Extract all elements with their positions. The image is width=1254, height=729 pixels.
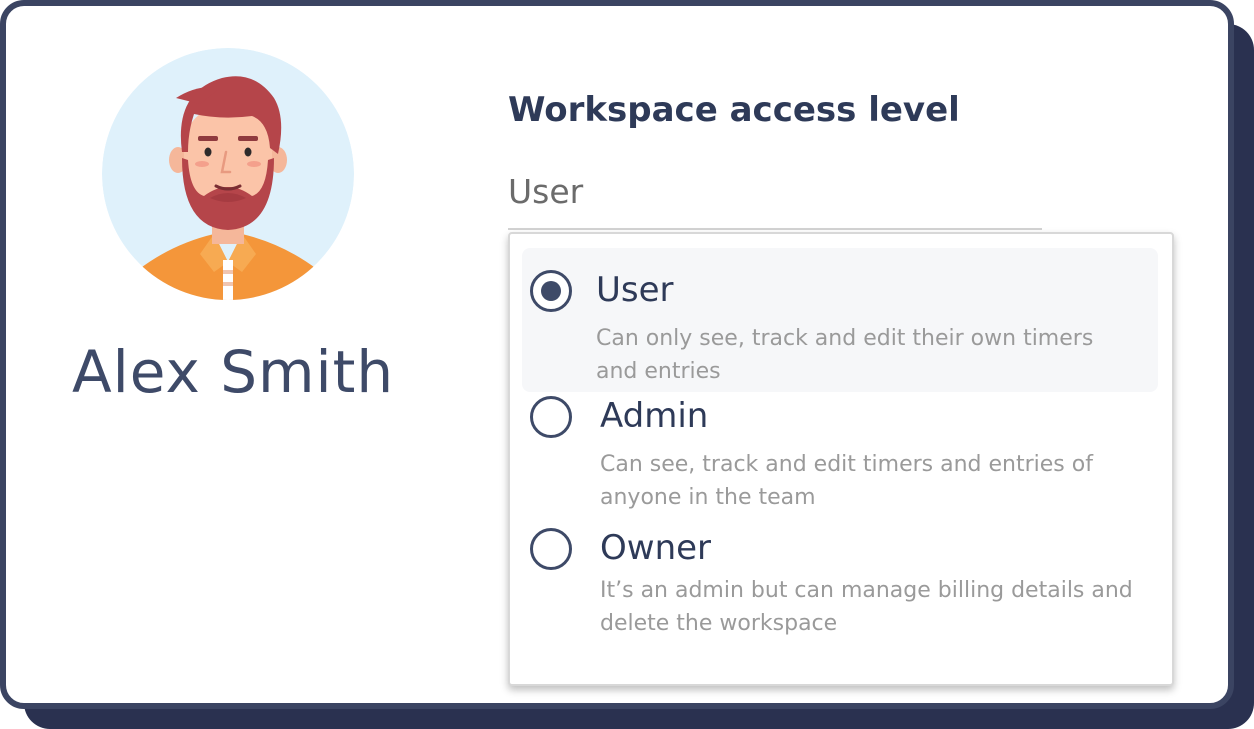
- radio-user-selected[interactable]: [530, 270, 572, 312]
- access-level-select[interactable]: User: [508, 168, 1042, 230]
- access-level-title: Workspace access level: [508, 90, 960, 130]
- option-admin-description: Can see, track and edit timers and entri…: [600, 452, 1093, 510]
- option-owner-label: Owner: [600, 528, 712, 568]
- option-user-label: User: [596, 270, 674, 310]
- radio-owner[interactable]: [530, 528, 572, 570]
- bearded-man-avatar-icon: [102, 48, 354, 300]
- stage: Alex Smith Workspace access level User U…: [0, 0, 1254, 729]
- radio-selected-dot: [541, 281, 561, 301]
- access-level-dropdown: User Can only see, track and edit their …: [508, 232, 1174, 686]
- profile-card: Alex Smith Workspace access level User U…: [0, 0, 1234, 709]
- option-user[interactable]: User Can only see, track and edit their …: [522, 248, 1158, 392]
- access-level-selected-value: User: [508, 172, 584, 211]
- option-admin[interactable]: Admin Can see, track and edit timers and…: [522, 374, 1158, 510]
- user-name: Alex Smith: [72, 338, 395, 406]
- option-admin-label: Admin: [600, 396, 709, 436]
- avatar: [102, 48, 354, 300]
- radio-admin[interactable]: [530, 396, 572, 438]
- option-owner-description: It’s an admin but can manage billing det…: [600, 578, 1133, 636]
- option-owner[interactable]: Owner It’s an admin but can manage billi…: [522, 506, 1158, 646]
